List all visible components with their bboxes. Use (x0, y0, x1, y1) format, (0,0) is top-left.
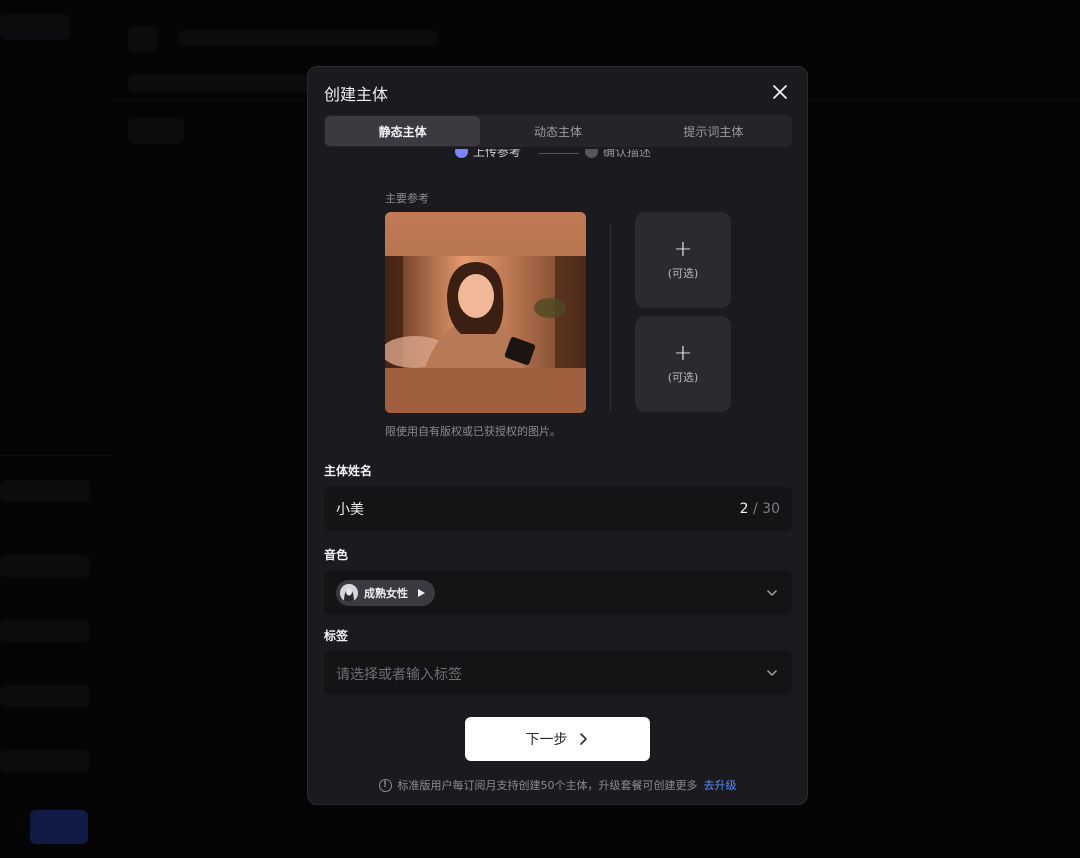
plan-limit-text: 标准版用户每订阅月支持创建50个主体，升级套餐可创建更多 (397, 779, 698, 792)
optional-upload-slot[interactable]: + (可选) (635, 212, 731, 308)
info-icon: ! (378, 778, 392, 792)
next-step-button[interactable]: 下一步 (465, 717, 650, 761)
plus-icon: + (673, 237, 693, 262)
name-input[interactable] (336, 487, 716, 531)
upgrade-link[interactable]: 去升级 (704, 777, 737, 793)
subject-type-tabs: 静态主体 动态主体 提示词主体 (324, 115, 792, 147)
voice-name: 成熟女性 (364, 587, 408, 600)
char-counter: 2 / 30 (740, 501, 780, 517)
voice-avatar (340, 584, 358, 602)
tags-select[interactable]: 请选择或者输入标签 (324, 651, 792, 695)
tags-placeholder: 请选择或者输入标签 (336, 667, 462, 683)
close-button[interactable] (769, 81, 791, 103)
plan-limit-note: ! 标准版用户每订阅月支持创建50个主体，升级套餐可创建更多 去升级 (308, 777, 807, 793)
name-field-label: 主体姓名 (324, 464, 373, 478)
step-label: 上传参考 (473, 149, 522, 159)
optional-upload-slot[interactable]: + (可选) (635, 316, 731, 412)
modal-title: 创建主体 (324, 85, 389, 104)
name-field: 2 / 30 (324, 487, 792, 531)
tags-field-label: 标签 (324, 629, 349, 643)
tab-prompt-subject[interactable]: 提示词主体 (636, 116, 791, 146)
tab-dynamic-subject[interactable]: 动态主体 (480, 116, 635, 146)
optional-label: (可选) (667, 267, 699, 280)
char-max: / 30 (753, 501, 780, 517)
play-icon[interactable] (418, 589, 425, 597)
chevron-right-icon (579, 733, 587, 745)
voice-chip[interactable]: 成熟女性 (336, 580, 435, 606)
voice-select[interactable]: 成熟女性 (324, 571, 792, 615)
chevron-down-icon (767, 590, 777, 596)
step-inactive-dot-icon (585, 149, 598, 158)
create-subject-modal: 创建主体 静态主体 动态主体 提示词主体 上传参考 确认描述 主要参考 + (可… (307, 66, 808, 805)
step-active-dot-icon (455, 149, 468, 158)
optional-label: (可选) (667, 371, 699, 384)
reference-photo (385, 212, 586, 413)
step-indicator: 上传参考 确认描述 (455, 149, 665, 165)
main-reference-label: 主要参考 (385, 192, 429, 205)
tab-static-subject[interactable]: 静态主体 (325, 116, 481, 146)
plus-icon: + (673, 341, 693, 366)
voice-field-label: 音色 (324, 548, 349, 562)
step-connector (539, 153, 579, 154)
copyright-note: 限使用自有版权或已获授权的图片。 (385, 425, 561, 438)
reference-divider (610, 224, 611, 412)
chevron-down-icon (767, 670, 777, 676)
next-step-label: 下一步 (525, 732, 568, 748)
step-label: 确认描述 (603, 149, 652, 159)
step-confirm-description: 确认描述 (585, 149, 651, 160)
main-reference-image[interactable] (385, 212, 586, 413)
close-icon (773, 85, 787, 99)
step-upload-reference: 上传参考 (455, 149, 521, 160)
char-count: 2 (739, 501, 749, 517)
